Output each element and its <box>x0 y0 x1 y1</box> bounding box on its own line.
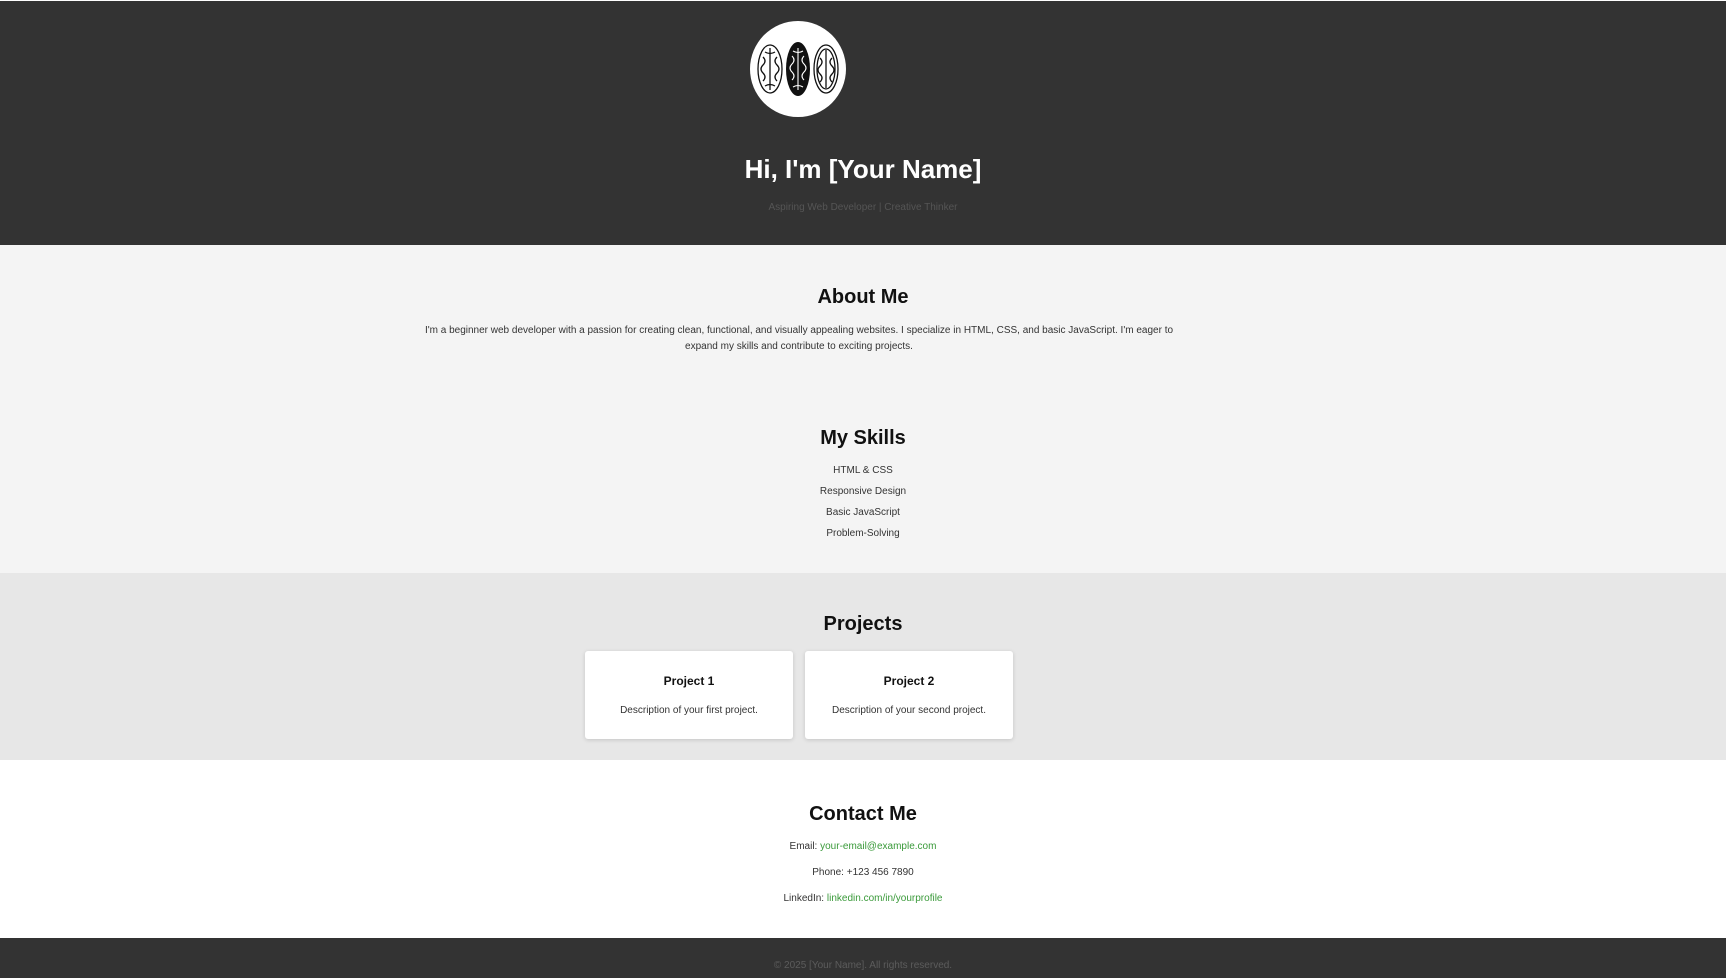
skill-item: HTML & CSS <box>833 465 893 476</box>
skill-item: Responsive Design <box>819 486 907 497</box>
phone-value: +123 456 7890 <box>846 867 914 878</box>
portfolio-page: Hi, I'm [Your Name] Aspiring Web Develop… <box>0 0 1726 978</box>
profile-avatar <box>750 21 846 117</box>
contact-section: Contact Me Email: your-email@example.com… <box>0 760 1726 938</box>
linkedin-link[interactable]: linkedin.com/in/yourprofile <box>827 893 943 904</box>
project-description: Description of your second project. <box>832 705 986 716</box>
skills-heading: My Skills <box>820 427 906 449</box>
phone-label: Phone: <box>812 867 844 878</box>
project-title: Project 1 <box>663 674 715 688</box>
hero-header: Hi, I'm [Your Name] Aspiring Web Develop… <box>0 0 1726 245</box>
project-card-2: Project 2 Description of your second pro… <box>805 651 1013 739</box>
projects-section: Projects Project 1 Description of your f… <box>0 573 1726 760</box>
page-footer: © 2025 [Your Name]. All rights reserved. <box>0 938 1726 978</box>
linkedin-label: LinkedIn: <box>783 893 825 904</box>
contact-email-line: Email: your-email@example.com <box>0 840 1726 854</box>
about-text: I'm a beginner web developer with a pass… <box>424 325 1174 352</box>
project-title: Project 2 <box>883 674 935 688</box>
hero-title: Hi, I'm [Your Name] <box>744 154 982 184</box>
footer-copyright: © 2025 [Your Name]. All rights reserved. <box>773 960 953 971</box>
about-skills-section: About Me I'm a beginner web developer wi… <box>0 245 1726 573</box>
brain-triptych-icon <box>757 42 839 96</box>
about-heading: About Me <box>817 286 909 308</box>
hero-subtitle: Aspiring Web Developer | Creative Thinke… <box>768 202 958 213</box>
email-link[interactable]: your-email@example.com <box>820 841 936 852</box>
skills-list: HTML & CSS Responsive Design Basic JavaS… <box>0 464 1726 548</box>
skill-item: Problem-Solving <box>826 528 900 539</box>
contact-linkedin-line: LinkedIn: linkedin.com/in/yourprofile <box>0 892 1726 906</box>
project-description: Description of your first project. <box>620 705 758 716</box>
projects-heading: Projects <box>823 613 903 635</box>
project-card-1: Project 1 Description of your first proj… <box>585 651 793 739</box>
email-label: Email: <box>789 841 818 852</box>
contact-phone-line: Phone: +123 456 7890 <box>0 866 1726 880</box>
contact-heading: Contact Me <box>809 803 917 825</box>
skill-item: Basic JavaScript <box>826 507 900 518</box>
